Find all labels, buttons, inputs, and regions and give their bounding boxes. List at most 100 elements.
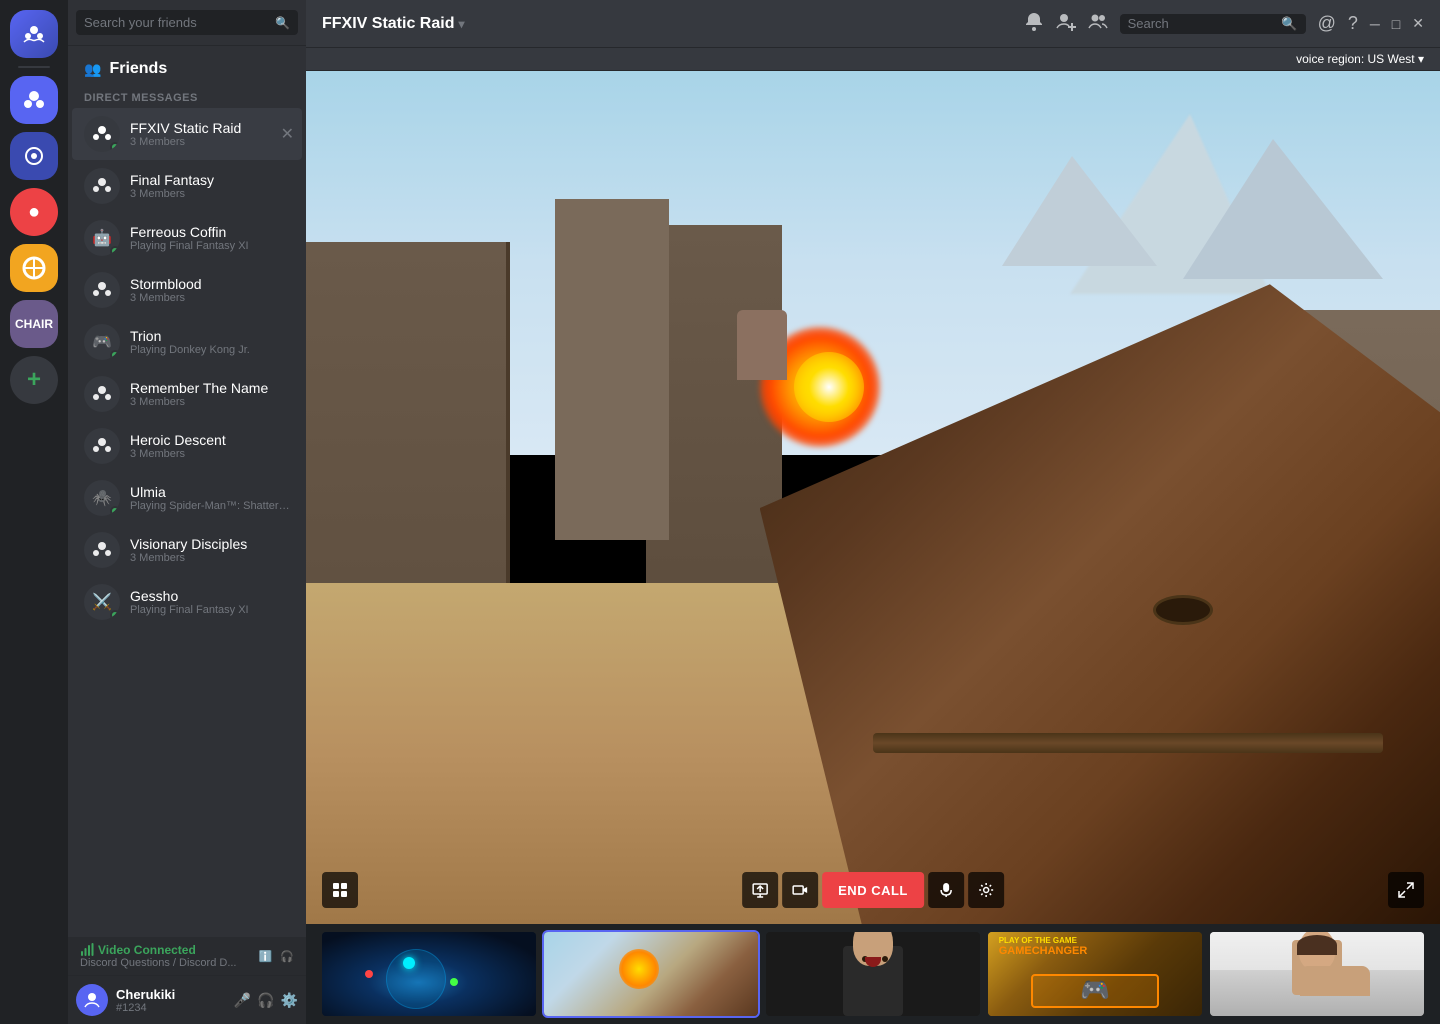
dm-item-stormblood[interactable]: Stormblood 3 Members ✕ [72,264,302,316]
avatar-gessho: ⚔️ [84,584,120,620]
deafen-button[interactable]: 🎧 [257,992,274,1009]
dm-item-ferreous-coffin[interactable]: 🤖 Ferreous Coffin Playing Final Fantasy … [72,212,302,264]
dm-name-visionary-disciples: Visionary Disciples [130,536,294,552]
game-screenshot [306,71,1440,924]
dm-item-gessho[interactable]: ⚔️ Gessho Playing Final Fantasy XI ✕ [72,576,302,628]
username-label: Cherukiki [116,987,226,1002]
dm-info-remember-the-name: Remember The Name 3 Members [130,380,294,408]
voice-region-label: voice region: [1296,52,1364,66]
dm-sub-ulmia: Playing Spider-Man™: Shattered Dimen... [130,500,294,512]
video-call-controls: END CALL [742,872,1004,908]
friends-sidebar: 🔍 👥 Friends DIRECT MESSAGES FFXIV Static… [68,0,306,1024]
dm-sub-trion: Playing Donkey Kong Jr. [130,344,294,356]
thumbnail-3[interactable] [766,932,980,1016]
close-icon[interactable]: ✕ [1412,15,1424,32]
mountain-2 [1183,139,1383,279]
members-icon[interactable] [1088,11,1108,36]
avatar-remember-the-name [84,376,120,412]
settings-button[interactable]: ⚙️ [281,992,298,1009]
help-icon[interactable]: ? [1348,13,1358,34]
voice-info-icon[interactable]: ℹ️ [259,950,273,963]
video-area: END CALL [306,71,1440,1024]
mute-button[interactable]: 🎤 [234,992,251,1009]
end-call-button[interactable]: END CALL [822,872,924,908]
dm-sub-ffxiv-static-raid: 3 Members [130,136,271,148]
settings-call-button[interactable] [968,872,1004,908]
close-dm-ffxiv-static-raid[interactable]: ✕ [281,124,294,144]
notification-icon[interactable] [1024,11,1044,36]
grid-view-button[interactable] [322,872,358,908]
dm-info-visionary-disciples: Visionary Disciples 3 Members [130,536,294,564]
building-tower [555,199,668,540]
dm-name-ferreous-coffin: Ferreous Coffin [130,224,294,240]
thumbnail-1[interactable] [322,932,536,1016]
main-video-panel: END CALL [306,71,1440,924]
dm-item-trion[interactable]: 🎮 Trion Playing Donkey Kong Jr. ✕ [72,316,302,368]
add-server-button[interactable]: + [10,356,58,404]
add-member-icon[interactable] [1056,11,1076,36]
server-sidebar: ● CHAIR + [0,0,68,1024]
dm-name-remember-the-name: Remember The Name [130,380,294,396]
avatar-ulmia: 🕷️ [84,480,120,516]
user-info: Cherukiki #1234 [116,987,226,1014]
share-screen-button[interactable] [742,872,778,908]
voice-region-value[interactable]: US West [1368,52,1415,66]
server-icon-3[interactable]: ● [10,188,58,236]
avatar-heroic-descent [84,428,120,464]
dm-info-ffxiv-static-raid: FFXIV Static Raid 3 Members [130,120,271,148]
header-search-input[interactable] [1128,16,1282,31]
maximize-icon[interactable]: □ [1392,16,1400,32]
enemy-character [737,310,787,380]
avatar-ferreous-coffin: 🤖 [84,220,120,256]
weapon-barrel [873,733,1383,753]
thumbnail-4[interactable]: PLAY OF THE GAME GAMECHANGER 🎮 [988,932,1202,1016]
dm-item-visionary-disciples[interactable]: Visionary Disciples 3 Members ✕ [72,524,302,576]
avatar-ffxiv-static-raid [84,116,120,152]
minimize-icon[interactable]: ─ [1370,16,1380,32]
dm-name-ffxiv-static-raid: FFXIV Static Raid [130,120,271,136]
server-icon-1[interactable] [10,76,58,124]
dm-name-final-fantasy: Final Fantasy [130,172,294,188]
friends-search-input[interactable] [76,10,298,35]
dm-list: FFXIV Static Raid 3 Members ✕ Final Fant… [68,108,306,937]
dm-item-remember-the-name[interactable]: Remember The Name 3 Members ✕ [72,368,302,420]
server-icon-2[interactable] [10,132,58,180]
voice-region-dropdown-arrow[interactable]: ▾ [1418,52,1424,66]
dm-name-trion: Trion [130,328,294,344]
mute-call-button[interactable] [928,872,964,908]
dm-item-final-fantasy[interactable]: Final Fantasy 3 Members ✕ [72,160,302,212]
friends-header: 👥 Friends [68,46,306,86]
server-icon-4[interactable] [10,244,58,292]
dm-sub-gessho: Playing Final Fantasy XI [130,604,294,616]
dm-sub-final-fantasy: 3 Members [130,188,294,200]
friends-title: Friends [109,60,167,78]
at-icon[interactable]: @ [1318,13,1336,34]
voice-headset-icon[interactable]: 🎧 [280,950,294,963]
camera-button[interactable] [782,872,818,908]
voice-region-bar: voice region: US West ▾ [306,48,1440,71]
expand-video-button[interactable] [1388,872,1424,908]
dm-name-stormblood: Stormblood [130,276,294,292]
voice-channel-label: Discord Questions / Discord D... [80,957,253,969]
dm-info-stormblood: Stormblood 3 Members [130,276,294,304]
friends-icon: 👥 [84,61,101,78]
avatar-trion: 🎮 [84,324,120,360]
dm-info-heroic-descent: Heroic Descent 3 Members [130,432,294,460]
dm-item-ulmia[interactable]: 🕷️ Ulmia Playing Spider-Man™: Shattered … [72,472,302,524]
dm-item-heroic-descent[interactable]: Heroic Descent 3 Members ✕ [72,420,302,472]
voice-status-panel: Video Connected Discord Questions / Disc… [68,937,306,975]
thumbnail-5[interactable] [1210,932,1424,1016]
dm-item-ffxiv-static-raid[interactable]: FFXIV Static Raid 3 Members ✕ [72,108,302,160]
friends-search-area: 🔍 [68,0,306,46]
dm-info-gessho: Gessho Playing Final Fantasy XI [130,588,294,616]
friends-search-icon: 🔍 [275,16,290,30]
mountain-3 [1002,156,1157,266]
voice-controls: ℹ️ 🎧 [259,950,294,963]
title-dropdown-arrow[interactable]: ▾ [458,17,464,31]
thumbnail-2[interactable] [544,932,758,1016]
home-server-icon[interactable] [10,10,58,58]
voice-connected-label: Video Connected [80,943,253,957]
server-icon-5[interactable]: CHAIR [10,300,58,348]
discriminator-label: #1234 [116,1002,226,1014]
header-actions: 🔍 @ ? ─ □ ✕ [1024,11,1424,36]
